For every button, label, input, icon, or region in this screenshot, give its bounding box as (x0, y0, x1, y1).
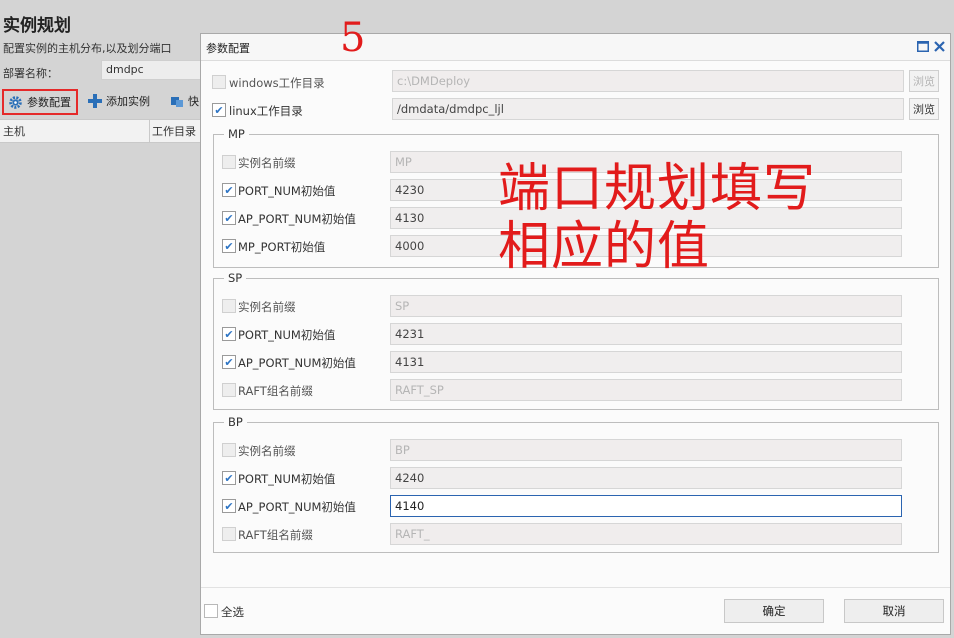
linux-browse-button[interactable]: 浏览 (909, 98, 939, 120)
select-all-checkbox[interactable] (204, 604, 218, 618)
mp-ap-port-num-label: AP_PORT_NUM初始值 (238, 212, 356, 226)
windows-browse-button[interactable]: 浏览 (909, 70, 939, 92)
dialog-titlebar[interactable]: 参数配置 (201, 34, 950, 61)
column-divider (149, 120, 150, 142)
windows-dir-checkbox[interactable] (212, 75, 226, 89)
mp-port-num-label: PORT_NUM初始值 (238, 184, 336, 198)
toolbar: 参数配置 添加实例 快 (0, 88, 210, 116)
dialog-title: 参数配置 (206, 42, 250, 55)
mp-port-num-checkbox[interactable]: ✔ (222, 183, 236, 197)
bp-prefix-label: 实例名前缀 (238, 444, 296, 458)
add-instance-label: 添加实例 (106, 95, 150, 108)
linux-dir-label: linux工作目录 (229, 104, 303, 118)
add-instance-button[interactable]: 添加实例 (88, 88, 150, 114)
linux-dir-input[interactable]: /dmdata/dmdpc_ljl (392, 98, 904, 120)
windows-dir-label: windows工作目录 (229, 76, 325, 90)
sp-group: SP 实例名前缀 SP ✔ PORT_NUM初始值 4231 ✔ AP_PORT… (213, 271, 939, 410)
column-host[interactable]: 主机 (3, 123, 25, 139)
sp-ap-port-num-input[interactable]: 4131 (390, 351, 902, 373)
gear-icon (9, 95, 22, 109)
sp-prefix-input[interactable]: SP (390, 295, 902, 317)
bp-ap-port-num-input[interactable]: 4140 (390, 495, 902, 517)
sp-prefix-label: 实例名前缀 (238, 300, 296, 314)
close-icon[interactable] (932, 39, 946, 53)
instruction-annotation: 端口规划填写 相应的值 (498, 160, 858, 276)
deploy-name-input[interactable]: dmdpc (101, 60, 211, 80)
bp-raft-prefix-checkbox[interactable] (222, 527, 236, 541)
mp-port-checkbox[interactable]: ✔ (222, 239, 236, 253)
bp-prefix-checkbox[interactable] (222, 443, 236, 457)
instance-table-header: 主机 工作目录 (0, 119, 210, 143)
bp-ap-port-num-label: AP_PORT_NUM初始值 (238, 500, 356, 514)
dialog-footer: 全选 确定 取消 (201, 587, 950, 636)
params-config-dialog: 参数配置 windows工作目录 c:\DMDeploy 浏览 ✔ linux工… (200, 33, 951, 635)
bp-raft-prefix-input[interactable]: RAFT_ (390, 523, 902, 545)
select-all-label: 全选 (221, 605, 244, 619)
page-title: 实例规划 (3, 16, 71, 36)
step-number-annotation: 5 (340, 15, 366, 61)
instruction-line-1: 端口规划填写 (498, 159, 817, 219)
sp-raft-prefix-label: RAFT组名前缀 (238, 384, 313, 398)
sp-ap-port-num-checkbox[interactable]: ✔ (222, 355, 236, 369)
mp-prefix-checkbox[interactable] (222, 155, 236, 169)
deploy-name-label: 部署名称： (3, 67, 58, 80)
column-workdir[interactable]: 工作目录 (152, 123, 196, 139)
mp-ap-port-num-checkbox[interactable]: ✔ (222, 211, 236, 225)
puzzle-icon (171, 97, 183, 107)
cancel-button[interactable]: 取消 (844, 599, 944, 623)
mp-prefix-label: 实例名前缀 (238, 156, 296, 170)
sp-group-legend: SP (224, 271, 247, 285)
bp-ap-port-num-checkbox[interactable]: ✔ (222, 499, 236, 513)
mp-group-legend: MP (224, 127, 249, 141)
sp-port-num-label: PORT_NUM初始值 (238, 328, 336, 342)
bp-group-legend: BP (224, 415, 247, 429)
bp-prefix-input[interactable]: BP (390, 439, 902, 461)
sp-raft-prefix-checkbox[interactable] (222, 383, 236, 397)
plus-icon (88, 94, 102, 108)
bp-group: BP 实例名前缀 BP ✔ PORT_NUM初始值 4240 ✔ AP_PORT… (213, 415, 939, 553)
windows-dir-input[interactable]: c:\DMDeploy (392, 70, 904, 92)
instruction-line-2: 相应的值 (498, 217, 711, 277)
params-config-button[interactable]: 参数配置 (2, 89, 78, 115)
bp-port-num-checkbox[interactable]: ✔ (222, 471, 236, 485)
linux-dir-checkbox[interactable]: ✔ (212, 103, 226, 117)
quick-label: 快 (188, 95, 199, 108)
bp-raft-prefix-label: RAFT组名前缀 (238, 528, 313, 542)
bp-port-num-input[interactable]: 4240 (390, 467, 902, 489)
sp-raft-prefix-input[interactable]: RAFT_SP (390, 379, 902, 401)
sp-ap-port-num-label: AP_PORT_NUM初始值 (238, 356, 356, 370)
params-config-label: 参数配置 (27, 96, 71, 109)
page-subtitle: 配置实例的主机分布,以及划分端口 (3, 42, 172, 55)
maximize-icon[interactable] (916, 39, 930, 53)
bp-port-num-label: PORT_NUM初始值 (238, 472, 336, 486)
sp-prefix-checkbox[interactable] (222, 299, 236, 313)
mp-port-label: MP_PORT初始值 (238, 240, 326, 254)
sp-port-num-input[interactable]: 4231 (390, 323, 902, 345)
ok-button[interactable]: 确定 (724, 599, 824, 623)
sp-port-num-checkbox[interactable]: ✔ (222, 327, 236, 341)
quick-button[interactable]: 快 (170, 88, 199, 114)
